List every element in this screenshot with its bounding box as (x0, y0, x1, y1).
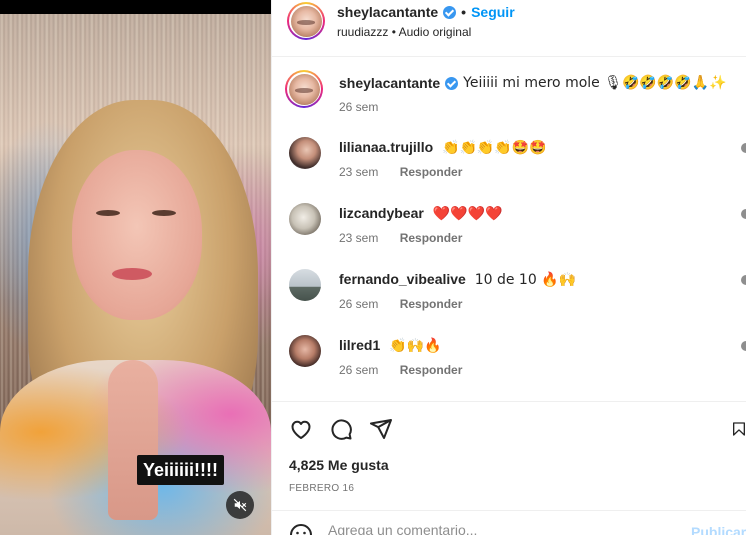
post-header: sheylacantante • Seguir ruudiazzz • Audi… (272, 0, 746, 57)
caption-username[interactable]: sheylacantante (339, 75, 440, 91)
performer-praying-hands (108, 360, 158, 520)
comment-text: 👏🙌🔥 (389, 338, 442, 354)
publish-button[interactable]: Publicar (691, 524, 746, 535)
comment-button[interactable] (328, 416, 354, 442)
follow-button[interactable]: Seguir (471, 4, 515, 20)
reply-button[interactable]: Responder (400, 297, 463, 311)
comment-composer: Publicar (272, 510, 746, 535)
save-button[interactable] (731, 416, 746, 442)
commenter-avatar[interactable] (289, 203, 321, 235)
verified-badge-icon (445, 76, 459, 90)
comment-text: ❤️❤️❤️❤️ (432, 206, 503, 222)
reel-video[interactable]: Yeiiiiii!!!! (0, 0, 271, 535)
performer-lips (112, 268, 152, 280)
likes-count[interactable]: 4,825 Me gusta (289, 457, 389, 473)
comment-time[interactable]: 26 sem (339, 297, 378, 311)
reply-button[interactable]: Responder (400, 363, 463, 377)
caption-text: Yeiiiii mi mero mole 🎙🤣🤣🤣🤣🙏✨ (463, 75, 727, 91)
bookmark-icon (733, 422, 745, 436)
mute-button[interactable] (226, 491, 254, 519)
post-details-panel: sheylacantante • Seguir ruudiazzz • Audi… (271, 0, 746, 535)
paper-plane-icon (370, 419, 392, 439)
commenter-avatar[interactable] (289, 335, 321, 367)
verified-badge-icon (443, 5, 457, 19)
comment-time[interactable]: 23 sem (339, 231, 378, 245)
comment-input[interactable] (328, 519, 658, 535)
audio-attribution[interactable]: ruudiazzz • Audio original (337, 25, 471, 39)
comments-list[interactable]: sheylacantante Yeiiiii mi mero mole 🎙🤣🤣🤣… (272, 57, 746, 401)
post-actions (272, 402, 746, 452)
performer-eye-right (152, 210, 176, 216)
comment-time[interactable]: 23 sem (339, 165, 378, 179)
comment-like-icon[interactable] (741, 143, 746, 153)
like-button[interactable] (288, 416, 314, 442)
commenter-avatar[interactable] (289, 137, 321, 169)
reply-button[interactable]: Responder (400, 165, 463, 179)
comment-text: 👏👏👏👏🤩🤩 (442, 140, 547, 156)
commenter-username[interactable]: lizcandybear (339, 205, 424, 221)
caption-time[interactable]: 26 sem (339, 100, 378, 114)
commenter-avatar[interactable] (289, 269, 321, 301)
reply-button[interactable]: Responder (400, 231, 463, 245)
smiley-icon (290, 524, 312, 535)
comment-like-icon[interactable] (741, 209, 746, 219)
emoji-button[interactable] (289, 523, 313, 535)
heart-icon (291, 420, 311, 439)
commenter-username[interactable]: fernando_vibealive (339, 271, 466, 287)
performer-eye-left (96, 210, 120, 216)
separator-dot: • (461, 4, 467, 20)
video-caption: Yeiiiiii!!!! (137, 455, 225, 485)
comment-icon (331, 419, 352, 440)
speaker-muted-icon (233, 498, 247, 512)
author-username[interactable]: sheylacantante (337, 4, 438, 20)
share-button[interactable] (368, 416, 394, 442)
caption-author-avatar[interactable] (285, 70, 323, 108)
comment-like-icon[interactable] (741, 275, 746, 285)
comment-time[interactable]: 26 sem (339, 363, 378, 377)
author-avatar[interactable] (287, 2, 325, 40)
commenter-username[interactable]: lilianaa.trujillo (339, 139, 433, 155)
comment-text: 10 de 10 🔥🙌 (474, 272, 577, 288)
post-date[interactable]: FEBRERO 16 (289, 483, 354, 494)
video-top-strip (0, 0, 271, 14)
comment-like-icon[interactable] (741, 341, 746, 351)
commenter-username[interactable]: lilred1 (339, 337, 380, 353)
performer-face (72, 150, 202, 320)
